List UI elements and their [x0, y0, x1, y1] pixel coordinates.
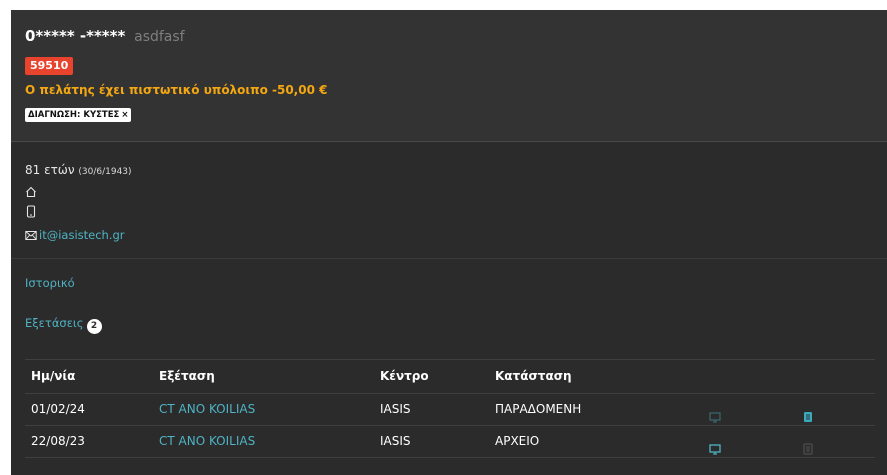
- exams-count-badge: 2: [86, 319, 102, 334]
- email-link[interactable]: it@iasistech.gr: [25, 228, 125, 242]
- credit-warning: Ο πελάτης έχει πιστωτικό υπόλοιπο -50,00…: [25, 83, 328, 97]
- row-exam-link[interactable]: CT ANO KOILIAS: [159, 394, 255, 425]
- mobile-phone-icon: [25, 205, 37, 218]
- diagnosis-tag-label: ΔΙΑΓΝΩΣΗ: ΚΥΣΤΕΣ: [28, 110, 120, 120]
- table-row: 22/08/23 CT ANO KOILIAS IASIS ΑΡΧΕΙΟ: [25, 426, 875, 458]
- age-value: 81 ετών: [25, 163, 75, 177]
- exams-link[interactable]: Εξετάσεις 2: [25, 316, 102, 334]
- home-icon: [25, 186, 37, 198]
- patient-header: 0***** -***** asdfasf 59510 Ο πελάτης έχ…: [11, 10, 887, 142]
- row-exam-link[interactable]: CT ANO KOILIAS: [159, 426, 255, 457]
- header-center: Κέντρο: [380, 369, 429, 383]
- header-exam: Εξέταση: [159, 369, 215, 383]
- patient-id-badge: 59510: [25, 57, 74, 75]
- header-date: Ημ/νία: [31, 369, 76, 383]
- table-header-row: Ημ/νία Εξέταση Κέντρο Κατάσταση: [25, 360, 875, 394]
- row-status: ΑΡΧΕΙΟ: [495, 434, 540, 448]
- row-center: IASIS: [380, 434, 411, 448]
- patient-name-line: 0***** -***** asdfasf: [25, 27, 185, 46]
- table-row: 01/02/24 CT ANO KOILIAS IASIS ΠΑΡΑΔΟΜΕΝΗ: [25, 394, 875, 426]
- patient-alt-name: asdfasf: [134, 29, 185, 45]
- exams-link-label: Εξετάσεις: [25, 316, 84, 330]
- envelope-icon: [25, 231, 37, 240]
- row-date: 22/08/23: [31, 434, 85, 448]
- row-date: 01/02/24: [31, 402, 85, 416]
- patient-info: 81 ετών (30/6/1943) it@iasistech.gr: [11, 142, 887, 259]
- diagnosis-tag: ΔΙΑΓΝΩΣΗ: ΚΥΣΤΕΣ ×: [25, 108, 132, 122]
- patient-name: 0***** -*****: [25, 27, 126, 45]
- birthdate: (30/6/1943): [78, 167, 132, 177]
- row-status: ΠΑΡΑΔΟΜΕΝΗ: [495, 402, 582, 416]
- history-link[interactable]: Ιστορικό: [25, 276, 75, 290]
- patient-age: 81 ετών (30/6/1943): [25, 163, 132, 177]
- document-icon[interactable]: [803, 436, 813, 467]
- row-center: IASIS: [380, 402, 411, 416]
- exams-table: Ημ/νία Εξέταση Κέντρο Κατάσταση 01/02/24…: [25, 359, 875, 458]
- header-status: Κατάσταση: [495, 369, 572, 383]
- email-address: it@iasistech.gr: [39, 228, 125, 242]
- diagnosis-remove-icon[interactable]: ×: [121, 110, 128, 120]
- patient-panel: 0***** -***** asdfasf 59510 Ο πελάτης έχ…: [11, 10, 887, 475]
- monitor-icon[interactable]: [709, 436, 721, 467]
